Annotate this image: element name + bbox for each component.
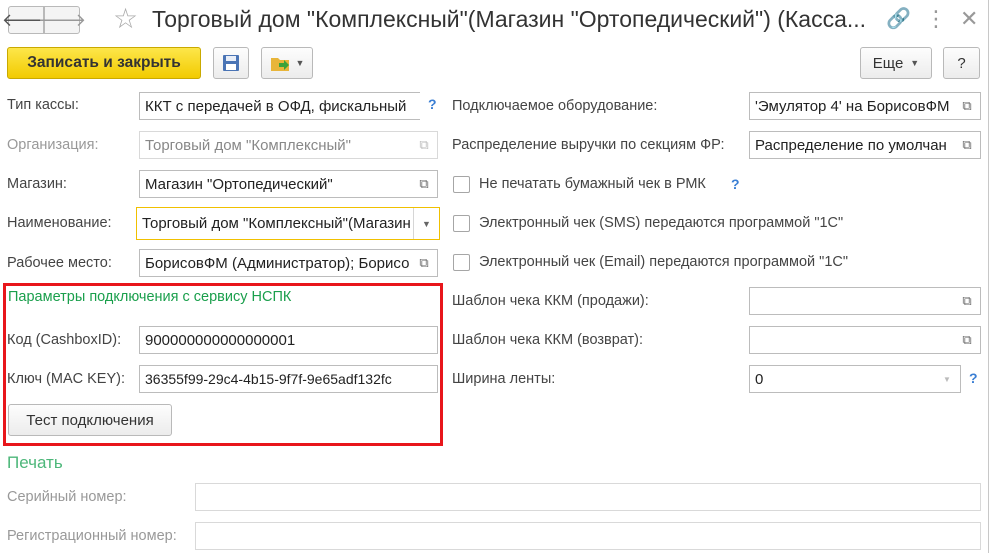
create-based-on-button[interactable]: ▼ bbox=[261, 47, 313, 79]
store-field[interactable]: Магазин "Ортопедический" ⧉ bbox=[139, 170, 438, 198]
help-button[interactable]: ? bbox=[943, 47, 980, 79]
test-connection-button[interactable]: Тест подключения bbox=[8, 404, 172, 436]
chevron-down-icon[interactable]: ▼ bbox=[413, 208, 439, 239]
save-button[interactable] bbox=[213, 47, 249, 79]
no-paper-checkbox[interactable] bbox=[453, 176, 470, 193]
nspk-section-header: Параметры подключения с сервису НСПК bbox=[8, 289, 292, 305]
email-label: Электронный чек (Email) передаются прогр… bbox=[479, 254, 849, 270]
tape-width-value: 0 bbox=[755, 370, 764, 388]
organization-value: Торговый дом "Комплексный" bbox=[145, 136, 351, 154]
serial-number-field[interactable] bbox=[195, 483, 981, 511]
favorite-star-icon[interactable]: ☆ bbox=[113, 2, 138, 35]
mac-key-value: 36355f99-29c4-4b15-9f7f-9e65adf132fc bbox=[145, 371, 392, 387]
more-label: Еще bbox=[872, 54, 904, 72]
kassa-type-field[interactable]: ККТ с передачей в ОФД, фискальный bbox=[139, 92, 420, 120]
reg-number-field[interactable] bbox=[195, 522, 981, 550]
tape-width-label: Ширина ленты: bbox=[452, 371, 556, 387]
name-field[interactable]: Торговый дом "Комплексный"(Магазин ▼ bbox=[136, 207, 440, 240]
store-value: Магазин "Ортопедический" bbox=[145, 175, 333, 193]
dropdown-arrow-icon: ▼ bbox=[295, 58, 305, 68]
mac-key-field[interactable]: 36355f99-29c4-4b15-9f7f-9e65adf132fc bbox=[139, 365, 438, 393]
equipment-label: Подключаемое оборудование: bbox=[452, 98, 658, 114]
organization-field[interactable]: Торговый дом "Комплексный" ⧉ bbox=[139, 131, 438, 159]
open-icon[interactable]: ⧉ bbox=[411, 250, 437, 276]
sms-checkbox[interactable] bbox=[453, 215, 470, 232]
name-label: Наименование: bbox=[7, 215, 112, 231]
window-title: Торговый дом "Комплексный"(Магазин "Орто… bbox=[152, 6, 867, 32]
cashbox-id-value: 900000000000000001 bbox=[145, 331, 296, 349]
cashbox-id-field[interactable]: 900000000000000001 bbox=[139, 326, 438, 354]
open-icon[interactable]: ⧉ bbox=[954, 327, 980, 353]
kassa-type-label: Тип кассы: bbox=[7, 97, 79, 113]
email-checkbox[interactable] bbox=[453, 254, 470, 271]
store-label: Магазин: bbox=[7, 176, 67, 192]
sms-label: Электронный чек (SMS) передаются програм… bbox=[479, 215, 844, 231]
open-icon[interactable]: ⧉ bbox=[954, 132, 980, 158]
print-section-header: Печать bbox=[7, 453, 63, 472]
open-icon[interactable]: ⧉ bbox=[954, 93, 980, 119]
equipment-field[interactable]: 'Эмулятор 4' на БорисовФМ ⧉ bbox=[749, 92, 981, 120]
open-icon[interactable]: ⧉ bbox=[411, 132, 437, 158]
workplace-field[interactable]: БорисовФМ (Администратор); Борисо ⧉ bbox=[139, 249, 438, 277]
equipment-value: 'Эмулятор 4' на БорисовФМ bbox=[755, 97, 950, 115]
distribution-field[interactable]: Распределение по умолчан ⧉ bbox=[749, 131, 981, 159]
organization-label: Организация: bbox=[7, 137, 99, 153]
open-icon[interactable]: ⧉ bbox=[411, 171, 437, 197]
template-sale-field[interactable]: ⧉ bbox=[749, 287, 981, 315]
tape-width-field[interactable]: 0 ▼ bbox=[749, 365, 961, 393]
floppy-disk-icon bbox=[223, 55, 239, 71]
template-return-label: Шаблон чека ККМ (возврат): bbox=[452, 332, 644, 348]
name-value: Торговый дом "Комплексный"(Магазин bbox=[142, 215, 411, 232]
help-question-icon[interactable]: ? bbox=[731, 176, 740, 192]
distribution-value: Распределение по умолчан bbox=[755, 136, 947, 154]
folder-arrow-icon bbox=[270, 58, 289, 71]
dropdown-arrow-icon: ▼ bbox=[910, 58, 920, 68]
open-icon[interactable]: ⧉ bbox=[954, 288, 980, 314]
mac-key-label: Ключ (MAC KEY): bbox=[7, 371, 125, 387]
forward-button[interactable]: 🡒 bbox=[38, 6, 86, 34]
menu-icon[interactable]: ⋮ bbox=[925, 6, 947, 32]
reg-number-label: Регистрационный номер: bbox=[7, 528, 177, 544]
workplace-value: БорисовФМ (Администратор); Борисо bbox=[145, 254, 410, 272]
template-return-field[interactable]: ⧉ bbox=[749, 326, 981, 354]
help-question-icon[interactable]: ? bbox=[428, 96, 437, 112]
workplace-label: Рабочее место: bbox=[7, 255, 112, 271]
link-icon[interactable]: 🔗 bbox=[886, 6, 911, 31]
save-and-close-button[interactable]: Записать и закрыть bbox=[7, 47, 201, 79]
serial-number-label: Серийный номер: bbox=[7, 489, 127, 505]
chevron-down-icon[interactable]: ▼ bbox=[934, 366, 960, 392]
template-sale-label: Шаблон чека ККМ (продажи): bbox=[452, 293, 649, 309]
more-button[interactable]: Еще ▼ bbox=[860, 47, 932, 79]
close-icon[interactable]: ✕ bbox=[960, 6, 978, 32]
no-paper-label: Не печатать бумажный чек в РМК bbox=[479, 176, 706, 192]
help-question-icon[interactable]: ? bbox=[969, 370, 978, 386]
arrow-right-icon: 🡒 bbox=[37, 9, 87, 30]
distribution-label: Распределение выручки по секциям ФР: bbox=[452, 137, 725, 153]
cashbox-id-label: Код (CashboxID): bbox=[7, 332, 122, 348]
kassa-type-value: ККТ с передачей в ОФД, фискальный bbox=[145, 97, 407, 115]
